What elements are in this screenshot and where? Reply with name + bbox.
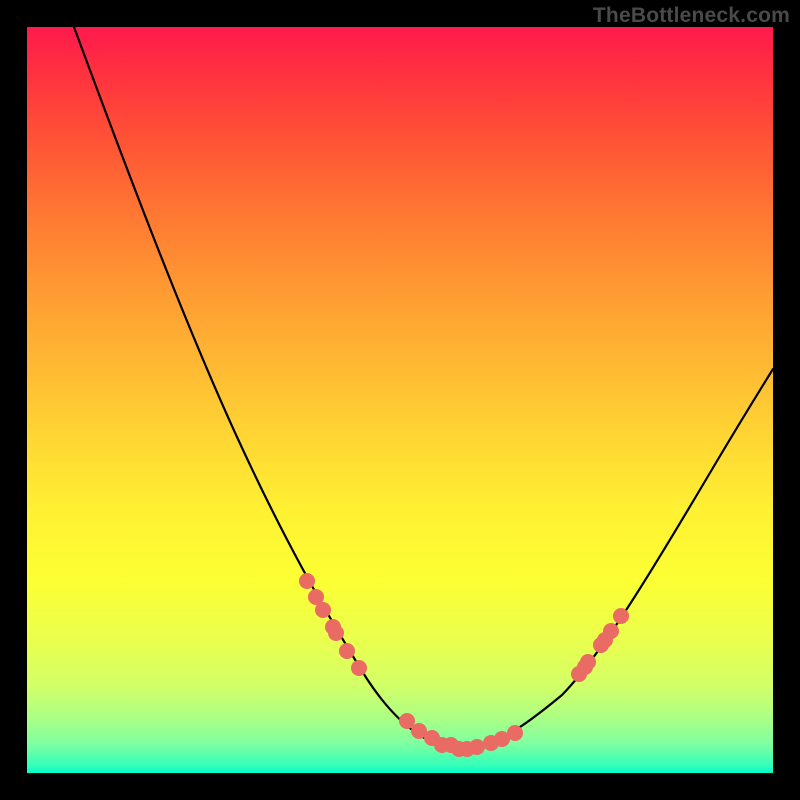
data-marker <box>339 643 355 659</box>
chart-svg <box>27 27 773 773</box>
curve-line <box>74 27 773 749</box>
data-marker <box>299 573 315 589</box>
data-marker <box>603 623 619 639</box>
data-marker <box>507 725 523 741</box>
data-marker <box>315 602 331 618</box>
watermark-text: TheBottleneck.com <box>593 4 790 28</box>
data-marker <box>351 660 367 676</box>
data-marker <box>328 625 344 641</box>
data-marker <box>580 654 596 670</box>
data-marker <box>613 608 629 624</box>
data-marker <box>469 739 485 755</box>
marker-layer <box>299 573 629 757</box>
